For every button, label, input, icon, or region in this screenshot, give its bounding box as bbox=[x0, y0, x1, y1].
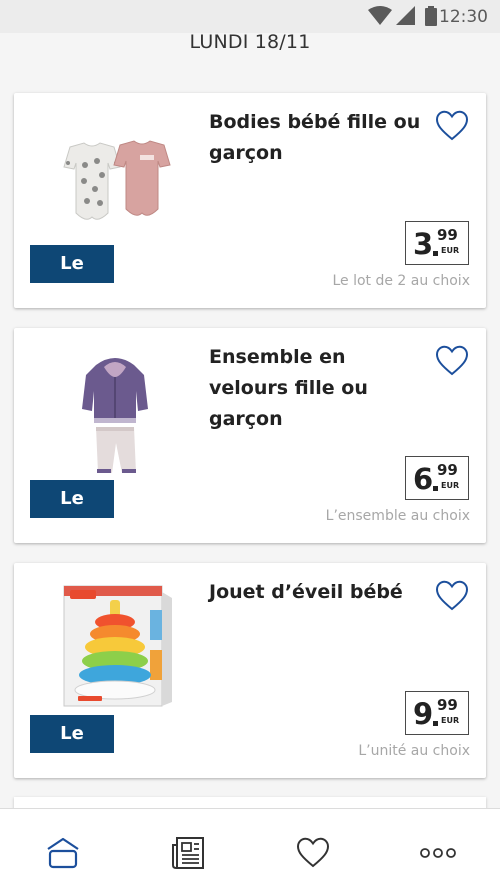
product-card[interactable]: Jouet d’éveil bébé Le 18.11. 9 99 EUR L’… bbox=[14, 563, 486, 782]
battery-icon bbox=[425, 6, 437, 26]
bottom-navigation bbox=[0, 808, 500, 889]
price-integer: 6 bbox=[413, 462, 434, 496]
product-card[interactable]: Bodies bébé fille ou garçon Le 18.11. 3 … bbox=[14, 93, 486, 312]
price-integer: 3 bbox=[413, 227, 434, 261]
nav-more-button[interactable] bbox=[418, 833, 458, 873]
wifi-icon bbox=[368, 6, 392, 25]
nav-leaflet-button[interactable] bbox=[168, 833, 208, 873]
price-tag: 6 99 EUR bbox=[405, 456, 469, 500]
price-tag: 3 99 EUR bbox=[405, 221, 469, 265]
price-dot bbox=[433, 721, 438, 726]
home-icon bbox=[47, 837, 79, 869]
price-dot bbox=[433, 486, 438, 491]
leaflet-icon bbox=[172, 837, 204, 869]
price-integer: 9 bbox=[413, 697, 434, 731]
price-decimals: 99 bbox=[437, 461, 458, 479]
favorite-heart-icon[interactable] bbox=[435, 344, 469, 378]
product-title: Bodies bébé fille ou garçon bbox=[209, 111, 421, 164]
nav-favorites-button[interactable] bbox=[293, 833, 333, 873]
favorite-heart-icon[interactable] bbox=[435, 579, 469, 613]
signal-icon bbox=[396, 6, 415, 25]
unit-text: L’unité au choix bbox=[358, 743, 470, 759]
product-title: Jouet d’éveil bébé bbox=[209, 581, 403, 603]
price-decimals: 99 bbox=[437, 226, 458, 244]
baby-bodysuits-image bbox=[63, 139, 171, 220]
price-currency: EUR bbox=[441, 481, 460, 490]
date-badge: Le 18.11. bbox=[30, 480, 114, 547]
product-image bbox=[40, 577, 190, 712]
velour-set-image bbox=[82, 357, 148, 473]
date-badge: Le 18.11. bbox=[30, 245, 114, 312]
price-currency: EUR bbox=[441, 716, 460, 725]
product-image bbox=[40, 342, 190, 477]
stacking-rings-toy-image bbox=[63, 585, 172, 706]
price-tag: 9 99 EUR bbox=[405, 691, 469, 735]
unit-text: L’ensemble au choix bbox=[325, 508, 470, 524]
product-card[interactable]: Ensemble en velours fille ou garçon Le 1… bbox=[14, 328, 486, 547]
favorite-heart-icon[interactable] bbox=[435, 109, 469, 143]
price-dot bbox=[433, 251, 438, 256]
date-badge: Le 18.11. bbox=[30, 715, 114, 782]
price-decimals: 99 bbox=[437, 696, 458, 714]
more-icon bbox=[420, 848, 456, 858]
day-header: LUNDI 18/11 bbox=[189, 31, 311, 53]
nav-home-button[interactable] bbox=[43, 833, 83, 873]
unit-text: Le lot de 2 au choix bbox=[332, 273, 470, 289]
status-bar: 12:30 bbox=[0, 0, 500, 33]
product-title: Ensemble en velours fille ou garçon bbox=[209, 346, 368, 430]
product-image bbox=[40, 107, 190, 242]
price-currency: EUR bbox=[441, 246, 460, 255]
status-time: 12:30 bbox=[439, 7, 488, 27]
heart-icon bbox=[296, 837, 330, 868]
